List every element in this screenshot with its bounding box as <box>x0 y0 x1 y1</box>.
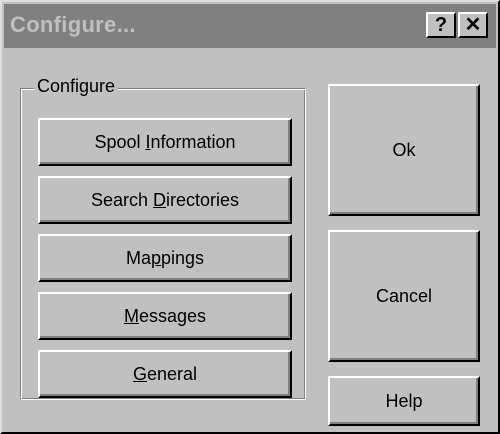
configure-dialog: Configure... ? ✕ Configure Spool Informa… <box>0 0 500 434</box>
spool-information-button[interactable]: Spool Information <box>38 118 292 166</box>
close-title-button[interactable]: ✕ <box>458 12 488 38</box>
title-bar[interactable]: Configure... ? ✕ <box>4 4 496 48</box>
cancel-label: Cancel <box>375 285 433 306</box>
ok-label: Ok <box>392 139 416 160</box>
search-directories-label: Search Directories <box>90 189 240 210</box>
general-label: General <box>132 363 198 384</box>
help-title-button[interactable]: ? <box>426 12 456 38</box>
messages-button[interactable]: Messages <box>38 292 292 340</box>
help-label: Help <box>385 390 423 411</box>
help-button[interactable]: Help <box>328 376 480 426</box>
mappings-button[interactable]: Mappings <box>38 234 292 282</box>
question-mark-icon: ? <box>434 14 448 36</box>
groupbox-label: Configure <box>34 76 119 97</box>
window-title: Configure... <box>10 12 136 37</box>
mappings-label: Mappings <box>125 247 205 268</box>
search-directories-button[interactable]: Search Directories <box>38 176 292 224</box>
close-icon: ✕ <box>464 14 482 36</box>
spool-information-label: Spool Information <box>94 131 236 152</box>
messages-label: Messages <box>123 305 207 326</box>
general-button[interactable]: General <box>38 350 292 398</box>
ok-button[interactable]: Ok <box>328 84 480 216</box>
cancel-button[interactable]: Cancel <box>328 230 480 362</box>
